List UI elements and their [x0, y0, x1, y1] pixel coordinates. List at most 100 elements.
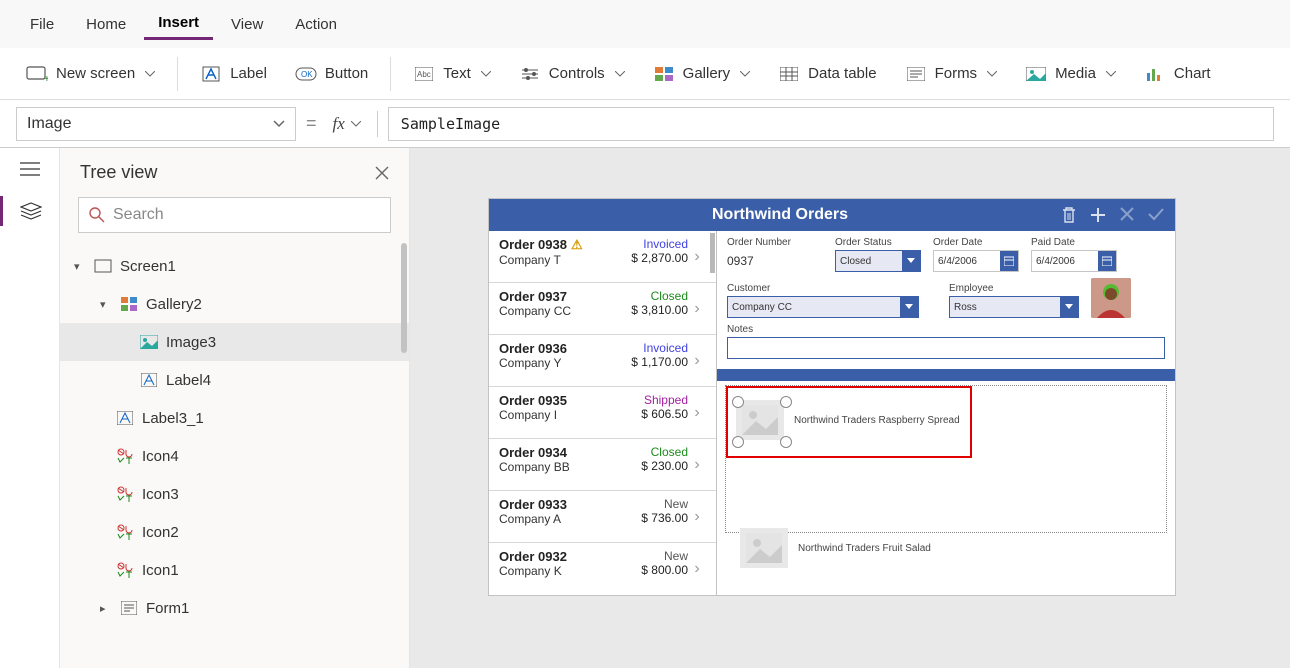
menu-action[interactable]: Action	[281, 10, 351, 39]
paid-date-input[interactable]: 6/4/2006	[1031, 250, 1117, 272]
scrollbar[interactable]	[710, 233, 715, 273]
tree-node-icon3[interactable]: Icon3	[60, 475, 409, 513]
tree-title: Tree view	[80, 162, 157, 183]
canvas[interactable]: Northwind Orders Order 0938⚠ Company T I…	[410, 148, 1290, 668]
gallery-item-label: Northwind Traders Raspberry Spread	[794, 415, 960, 426]
order-row[interactable]: Order 0934 Company BB Closed $ 230.00 ›	[489, 439, 716, 491]
control-icon	[114, 524, 136, 540]
check-icon[interactable]	[1147, 206, 1165, 224]
chevron-right-icon: ›	[688, 549, 706, 589]
tree-node-image3[interactable]: Image3	[60, 323, 409, 361]
menu-bar: File Home Insert View Action	[0, 0, 1290, 48]
media-button[interactable]: Media	[1013, 59, 1128, 89]
forms-icon	[905, 65, 927, 83]
property-name: Image	[27, 115, 71, 133]
tree-node-screen1[interactable]: ▾ Screen1	[60, 247, 409, 285]
media-icon	[1025, 65, 1047, 83]
chevron-down-icon	[615, 71, 625, 77]
label-button[interactable]: Label	[188, 59, 279, 89]
new-screen-icon: +	[26, 65, 48, 83]
menu-file[interactable]: File	[16, 10, 68, 39]
hamburger-icon[interactable]	[20, 162, 40, 176]
employee-label: Employee	[949, 283, 1079, 294]
search-input[interactable]: Search	[78, 197, 391, 233]
customer-dropdown[interactable]: Company CC	[727, 296, 919, 318]
resize-handle[interactable]	[732, 436, 744, 448]
chevron-down-icon	[740, 71, 750, 77]
tree-node-label3-1[interactable]: Label3_1	[60, 399, 409, 437]
cancel-icon[interactable]	[1119, 206, 1135, 224]
employee-avatar	[1091, 278, 1131, 318]
order-date-input[interactable]: 6/4/2006	[933, 250, 1019, 272]
divider	[717, 369, 1175, 381]
chevron-down-icon	[481, 71, 491, 77]
scrollbar[interactable]	[401, 243, 407, 353]
close-icon[interactable]	[375, 166, 389, 180]
tree-node-label4[interactable]: Label4	[60, 361, 409, 399]
order-status-dropdown[interactable]: Closed	[835, 250, 921, 272]
data-table-button[interactable]: Data table	[766, 59, 888, 89]
fx-button[interactable]: fx	[327, 114, 367, 134]
tree-node-icon4[interactable]: Icon4	[60, 437, 409, 475]
formula-bar: Image = fx SampleImage	[0, 100, 1290, 148]
data-table-label: Data table	[808, 65, 876, 82]
forms-button[interactable]: Forms	[893, 59, 1010, 89]
forms-label: Forms	[935, 65, 978, 82]
label-icon	[114, 411, 136, 425]
add-icon[interactable]	[1089, 206, 1107, 224]
menu-view[interactable]: View	[217, 10, 277, 39]
order-row[interactable]: Order 0933 Company A New $ 736.00 ›	[489, 491, 716, 543]
screen-icon	[92, 259, 114, 273]
order-number-value: 0937	[727, 250, 823, 272]
tree-node-form1[interactable]: ▸ Form1	[60, 589, 409, 627]
tree-node-icon2[interactable]: Icon2	[60, 513, 409, 551]
chevron-right-icon: ›	[688, 497, 706, 536]
svg-text:+: +	[44, 74, 48, 82]
order-row[interactable]: Order 0936 Company Y Invoiced $ 1,170.00…	[489, 335, 716, 387]
chevron-right-icon: ›	[688, 237, 706, 276]
order-row[interactable]: Order 0935 Company I Shipped $ 606.50 ›	[489, 387, 716, 439]
chart-icon	[1144, 65, 1166, 83]
gallery-icon	[653, 65, 675, 83]
gallery-image-placeholder	[740, 528, 788, 568]
resize-handle[interactable]	[732, 396, 744, 408]
chart-button[interactable]: Chart	[1132, 59, 1223, 89]
menu-insert[interactable]: Insert	[144, 8, 213, 40]
notes-input[interactable]	[727, 337, 1165, 359]
gallery-item-label: Northwind Traders Fruit Salad	[798, 543, 931, 554]
notes-label: Notes	[727, 324, 1165, 335]
employee-dropdown[interactable]: Ross	[949, 296, 1079, 318]
formula-input[interactable]: SampleImage	[388, 107, 1274, 141]
trash-icon[interactable]	[1061, 206, 1077, 224]
new-screen-button[interactable]: + New screen	[14, 59, 167, 89]
resize-handle[interactable]	[780, 436, 792, 448]
detail-gallery[interactable]: Northwind Traders Raspberry Spread North…	[725, 385, 1167, 533]
chevron-right-icon: ›	[688, 393, 706, 432]
tree-node-gallery2[interactable]: ▾ Gallery2	[60, 285, 409, 323]
order-row[interactable]: Order 0932 Company K New $ 800.00 ›	[489, 543, 716, 595]
controls-button[interactable]: Controls	[507, 59, 637, 89]
orders-list: Order 0938⚠ Company T Invoiced $ 2,870.0…	[489, 231, 717, 595]
order-row[interactable]: Order 0938⚠ Company T Invoiced $ 2,870.0…	[489, 231, 716, 283]
order-row[interactable]: Order 0937 Company CC Closed $ 3,810.00 …	[489, 283, 716, 335]
chevron-down-icon	[987, 71, 997, 77]
tree-node-icon1[interactable]: Icon1	[60, 551, 409, 589]
label-icon	[200, 65, 222, 83]
control-icon	[114, 486, 136, 502]
gallery-item[interactable]: Northwind Traders Fruit Salad	[740, 528, 931, 568]
button-button[interactable]: OK Button	[283, 59, 380, 89]
svg-text:Abc: Abc	[417, 70, 431, 79]
app-preview: Northwind Orders Order 0938⚠ Company T I…	[488, 198, 1176, 596]
resize-handle[interactable]	[780, 396, 792, 408]
property-selector[interactable]: Image	[16, 107, 296, 141]
tree-view-tab[interactable]	[0, 196, 59, 226]
button-label: Button	[325, 65, 368, 82]
search-icon	[89, 207, 105, 223]
menu-home[interactable]: Home	[72, 10, 140, 39]
gallery-button[interactable]: Gallery	[641, 59, 763, 89]
chevron-down-icon	[351, 121, 361, 127]
gallery-image-placeholder[interactable]	[736, 400, 784, 440]
gallery-template-selection[interactable]: Northwind Traders Raspberry Spread	[726, 386, 972, 458]
media-label: Media	[1055, 65, 1096, 82]
text-button[interactable]: Abc Text	[401, 59, 503, 89]
